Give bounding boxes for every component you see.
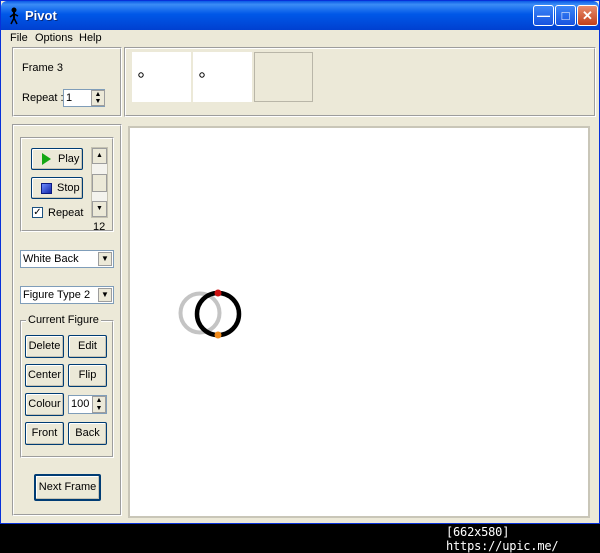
close-icon: ✕ (582, 8, 593, 23)
repeat-spinner[interactable]: ▲ ▼ (91, 90, 105, 106)
next-frame-button[interactable]: Next Frame (34, 474, 101, 501)
background-select[interactable]: White Back ▼ (20, 250, 114, 268)
menu-file[interactable]: File (10, 32, 28, 44)
delete-label: Delete (28, 340, 61, 352)
checkmark-icon: ✓ (33, 207, 42, 218)
colour-spinner[interactable]: ▲ ▼ (92, 396, 106, 413)
frame-thumbnail[interactable] (132, 52, 191, 102)
play-icon (42, 153, 51, 165)
speed-value: 12 (93, 221, 106, 233)
front-label: Front (31, 427, 58, 439)
frame-thumbnail[interactable] (193, 52, 252, 102)
spin-down-icon[interactable]: ▼ (92, 98, 104, 105)
play-label: Play (58, 153, 80, 165)
back-label: Back (75, 427, 100, 439)
pivot-window: Pivot — □ ✕ File Options Help Frame 3 Re… (0, 0, 600, 524)
center-label: Center (27, 369, 62, 381)
scroll-down-icon[interactable]: ▼ (92, 201, 107, 217)
edit-label: Edit (78, 340, 97, 352)
chevron-down-icon[interactable]: ▼ (98, 288, 112, 302)
footer-text: [662x580] https://upic.me/ (446, 525, 559, 553)
back-button[interactable]: Back (68, 422, 107, 445)
figure-type-select[interactable]: Figure Type 2 ▼ (20, 286, 114, 304)
drawing-canvas[interactable] (128, 126, 590, 518)
stop-button[interactable]: Stop (31, 177, 83, 199)
maximize-icon: □ (561, 8, 570, 23)
stop-label: Stop (57, 182, 80, 194)
current-figure-label: Current Figure (26, 314, 101, 326)
frame-panel: Frame 3 Repeat : 1 ▲ ▼ (12, 47, 122, 117)
speed-slider-thumb[interactable] (92, 174, 107, 192)
play-button[interactable]: Play (31, 148, 83, 170)
chevron-down-icon[interactable]: ▼ (98, 252, 112, 266)
menu-options[interactable]: Options (35, 32, 73, 44)
stop-icon (41, 183, 52, 194)
window-title: Pivot (25, 8, 57, 23)
repeat-checkbox-label: Repeat (48, 207, 84, 219)
spin-down-icon[interactable]: ▼ (93, 405, 105, 413)
repeat-label: Repeat : (22, 92, 64, 104)
edit-button[interactable]: Edit (68, 335, 107, 358)
colour-value: 100 (71, 398, 90, 410)
figure-handle-bottom[interactable] (214, 331, 222, 339)
colour-label: Colour (28, 398, 61, 410)
colour-button[interactable]: Colour (25, 393, 64, 416)
thumbnail-figure (138, 72, 144, 78)
maximize-button[interactable]: □ (555, 5, 576, 26)
repeat-checkbox[interactable]: ✓ (32, 207, 43, 218)
frame-thumbnail-current[interactable] (254, 52, 313, 102)
figure-layer[interactable] (130, 128, 588, 516)
scroll-up-icon[interactable]: ▲ (92, 148, 107, 164)
frame-label: Frame 3 (22, 62, 63, 74)
flip-button[interactable]: Flip (68, 364, 107, 387)
close-button[interactable]: ✕ (577, 5, 598, 26)
thumbnail-figure (199, 72, 205, 78)
figure-handle-top[interactable] (214, 289, 222, 297)
speed-slider[interactable]: ▲ ▼ (91, 147, 108, 218)
repeat-count-value: 1 (66, 92, 73, 104)
background-select-value: White Back (23, 253, 79, 265)
stickman-icon (9, 7, 19, 25)
delete-button[interactable]: Delete (25, 335, 64, 358)
spin-up-icon[interactable]: ▲ (93, 397, 105, 405)
minimize-button[interactable]: — (533, 5, 554, 26)
title-bar[interactable]: Pivot — □ ✕ (1, 1, 599, 30)
minimize-icon: — (537, 8, 550, 23)
flip-label: Flip (78, 369, 97, 381)
menu-help[interactable]: Help (79, 32, 102, 44)
menu-bar: File Options Help (1, 30, 599, 48)
front-button[interactable]: Front (25, 422, 64, 445)
spin-up-icon[interactable]: ▲ (92, 91, 104, 98)
next-frame-label: Next Frame (38, 481, 97, 493)
figure-type-select-value: Figure Type 2 (23, 289, 91, 301)
center-button[interactable]: Center (25, 364, 64, 387)
